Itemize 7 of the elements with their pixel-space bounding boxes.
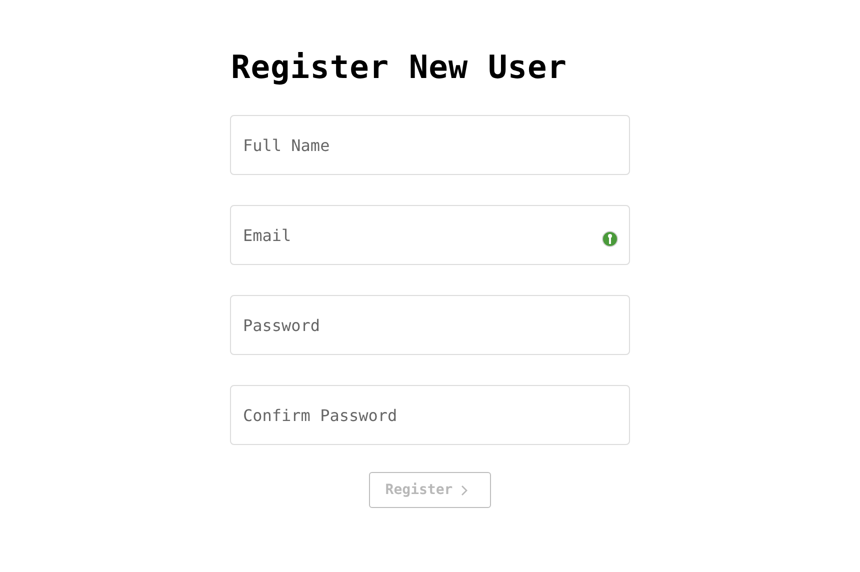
- email-field[interactable]: Email: [230, 205, 630, 265]
- input-field[interactable]: Full Name: [230, 115, 630, 175]
- key-icon[interactable]: [602, 231, 618, 247]
- password-field[interactable]: Confirm Password: [230, 385, 630, 445]
- password-field[interactable]: Password: [230, 295, 630, 355]
- chevron-icon: [460, 484, 468, 496]
- form-title: Register New User: [231, 48, 568, 86]
